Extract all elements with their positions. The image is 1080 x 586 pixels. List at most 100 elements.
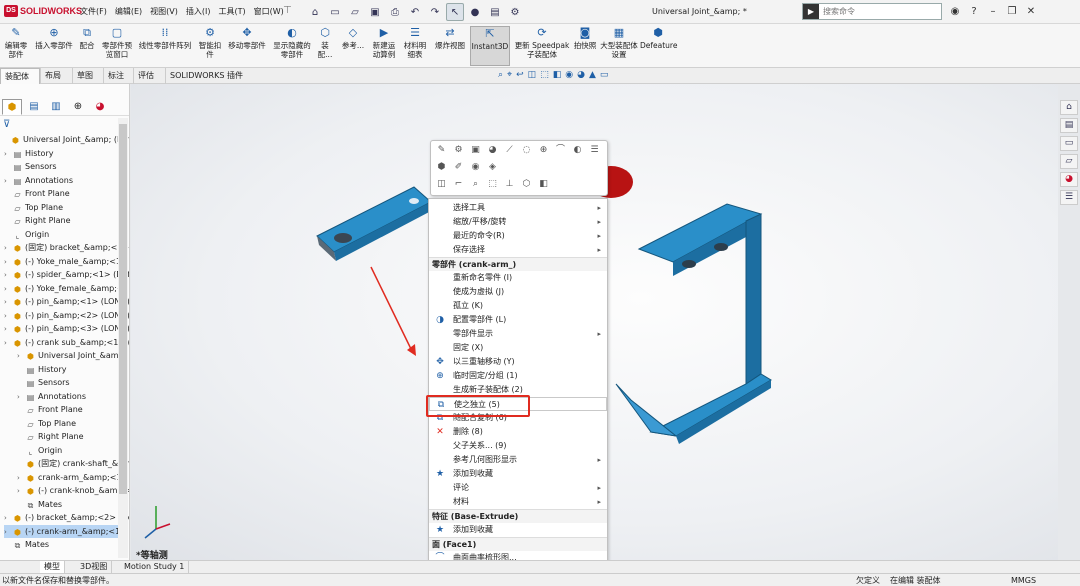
expand-chevron-icon[interactable]: › — [17, 485, 25, 498]
file-explorer-icon[interactable]: ▱ — [1060, 154, 1078, 169]
isolate-icon[interactable]: ⬡ — [520, 178, 533, 191]
sketch-icon[interactable]: ✐ — [452, 161, 465, 174]
context-menu-item[interactable]: ◑ 配置零部件 (L) — [429, 313, 607, 327]
tree-item[interactable]: ⧉ Mates — [4, 538, 118, 551]
tree-item[interactable]: ▱ Right Plane — [4, 214, 118, 227]
open-part-icon[interactable]: ▣ — [469, 144, 482, 157]
tree-item[interactable]: › ⬢ (-) pin_&amp;<3> (LONG) — [4, 322, 129, 335]
tree-item[interactable]: › ⬢ (-) crank-knob_&amp;< — [17, 484, 129, 498]
expand-chevron-icon[interactable]: › — [4, 283, 12, 296]
context-menu-item[interactable]: 固定 (X) — [429, 341, 607, 355]
hide-component-icon[interactable]: ◌ — [520, 144, 533, 157]
minimize-icon[interactable]: – — [986, 4, 1000, 19]
menu-insert[interactable]: 插入(I) — [186, 6, 211, 17]
new-icon[interactable]: ▭ — [326, 3, 344, 21]
menu-edit[interactable]: 编辑(E) — [115, 6, 142, 17]
edit-part-icon[interactable]: ✎ — [435, 144, 448, 157]
tree-item[interactable]: ⬢ Universal Joint_&amp; (Defaul — [2, 133, 129, 146]
measure-icon[interactable]: ⟋ — [503, 144, 516, 157]
appearances-icon[interactable]: ◕ — [1060, 172, 1078, 187]
menu-window[interactable]: 窗口(W) — [254, 6, 284, 17]
search-input[interactable]: 搜索命令 — [819, 6, 855, 17]
tree-item[interactable]: ▱ Front Plane — [17, 403, 118, 416]
context-menu-item[interactable]: ⊕ 临时固定/分组 (1) — [429, 369, 607, 383]
tree-item[interactable]: ⌞ Origin — [4, 228, 118, 241]
menu-tools[interactable]: 工具(T) — [218, 6, 245, 17]
edit-appearance-icon[interactable]: ◕ — [577, 70, 585, 80]
menu-view[interactable]: 视图(V) — [150, 6, 178, 17]
tab-sketch[interactable]: 草图 — [72, 68, 97, 84]
expand-chevron-icon[interactable]: › — [4, 242, 12, 255]
filter-icon[interactable]: ⊽ — [3, 119, 10, 130]
tree-item[interactable]: ⌞ Origin — [17, 444, 118, 457]
tree-item[interactable]: › ⬢ (-) crank sub_&amp;<1> (D — [4, 336, 129, 350]
context-menu-item[interactable]: ✥ 以三重轴移动 (Y) — [429, 355, 607, 369]
bracket-part[interactable] — [615, 203, 772, 444]
context-menu-item[interactable]: 孤立 (K) — [429, 299, 607, 313]
tree-item[interactable]: › ⬢ (-) pin_&amp;<1> (LONG) — [4, 295, 129, 308]
expand-chevron-icon[interactable]: › — [4, 256, 12, 269]
new-motion-study-button[interactable]: ▶ 新建运动算例 — [370, 26, 398, 59]
close-icon[interactable]: ✕ — [1024, 4, 1038, 19]
color-icon[interactable]: ◉ — [469, 161, 482, 174]
tree-item[interactable]: ▱ Top Plane — [4, 201, 118, 214]
hide-show-items-icon[interactable]: ◉ — [565, 70, 573, 80]
tab-solidworks-addins[interactable]: SOLIDWORKS 插件 — [165, 68, 247, 84]
bill-of-materials-button[interactable]: ☰ 材料明细表 — [401, 26, 429, 59]
home-task-icon[interactable]: ⌂ — [1060, 100, 1078, 115]
menu-file[interactable]: 文件(F) — [80, 6, 107, 17]
display-manager-tab-icon[interactable]: ◕ — [90, 99, 110, 115]
display-mode-icon[interactable]: ◈ — [486, 161, 499, 174]
tab-layout[interactable]: 布局 — [40, 68, 65, 84]
exploded-view-button[interactable]: ⇄ 爆炸视图 — [432, 26, 468, 50]
context-menu-item[interactable]: ✕ 删除 (8) — [429, 425, 607, 439]
tree-item[interactable]: › ▤ Annotations — [17, 390, 118, 403]
view-orientation-context-icon[interactable]: ⬚ — [486, 178, 499, 191]
redo-icon[interactable]: ↷ — [426, 3, 444, 21]
tree-item[interactable]: › ▤ Annotations — [4, 174, 118, 187]
dimxpert-tab-icon[interactable]: ⊕ — [68, 99, 88, 115]
tree-item[interactable]: › ⬢ (-) Yoke_male_&amp;<1> ( — [4, 255, 129, 269]
tree-item[interactable]: ▱ Front Plane — [4, 187, 118, 200]
section-view-icon[interactable]: ◫ — [528, 70, 537, 80]
tree-item[interactable]: › ⬢ (-) bracket_&amp;<2> (Def — [4, 511, 129, 524]
pin-icon[interactable]: ⊤ — [283, 5, 292, 16]
expand-chevron-icon[interactable]: › — [17, 472, 25, 485]
view-settings-icon[interactable]: ▭ — [600, 70, 609, 80]
linear-pattern-button[interactable]: ⁞⁞ 线性零部件阵列 — [137, 26, 193, 50]
tab-assembly[interactable]: 装配体 — [0, 68, 40, 84]
tree-item[interactable]: › ⬢ crank-arm_&amp;<1> ( — [17, 471, 129, 485]
mate-button[interactable]: ⧉ 配合 — [77, 26, 97, 50]
context-menu-item[interactable]: ★ 添加到收藏 — [429, 467, 607, 481]
context-menu-item[interactable]: ▸ 参考几何图形显示 — [429, 453, 607, 467]
tree-item[interactable]: ▤ Sensors — [4, 160, 118, 173]
crank-arm-part[interactable] — [316, 186, 432, 261]
update-speedpak-button[interactable]: ⟳ 更新 Speedpak 子装配体 — [514, 26, 570, 59]
tree-item[interactable]: ⬢ (固定) crank-shaft_&amp; — [17, 457, 129, 470]
apply-scene-icon[interactable]: ▲ — [589, 70, 596, 80]
tree-item[interactable]: › ⬢ (固定) bracket_&amp;<1> ( — [4, 241, 129, 255]
print-icon[interactable]: ⎙ — [386, 3, 404, 21]
tree-item[interactable]: ▤ History — [17, 363, 118, 376]
expand-chevron-icon[interactable]: › — [17, 391, 25, 404]
tab-evaluate[interactable]: 评估 — [133, 68, 158, 84]
tree-item[interactable]: ▱ Right Plane — [17, 430, 118, 443]
tree-item[interactable]: ⧉ Mates — [17, 498, 118, 511]
search-command-box[interactable]: ▶ 搜索命令 — [802, 3, 942, 20]
edit-component-button[interactable]: ✎ 编辑零部件 — [2, 26, 30, 59]
solidworks-logo[interactable]: DS SOLIDWORKS — [4, 5, 82, 17]
resources-task-icon[interactable]: ▤ — [1060, 118, 1078, 133]
zoom-selection-icon[interactable]: ⌕ — [469, 178, 482, 191]
section-icon[interactable]: ⌐ — [452, 178, 465, 191]
expand-chevron-icon[interactable]: › — [4, 269, 12, 282]
context-menu-item[interactable]: ▸ 选择工具 — [429, 201, 607, 215]
tree-item[interactable]: › ⬢ (-) pin_&amp;<2> (LONG) — [4, 309, 129, 322]
undo-icon[interactable]: ↶ — [406, 3, 424, 21]
tree-item[interactable]: ▱ Top Plane — [17, 417, 118, 430]
expand-chevron-icon[interactable]: › — [4, 337, 12, 350]
view-normal-icon[interactable]: ◫ — [435, 178, 448, 191]
configuration-manager-tab-icon[interactable]: ▥ — [46, 99, 66, 115]
previous-view-icon[interactable]: ↩ — [516, 70, 524, 80]
context-menu-item[interactable]: ★ 添加到收藏 — [429, 523, 607, 537]
traffic-light-icon[interactable]: ● — [466, 3, 484, 21]
